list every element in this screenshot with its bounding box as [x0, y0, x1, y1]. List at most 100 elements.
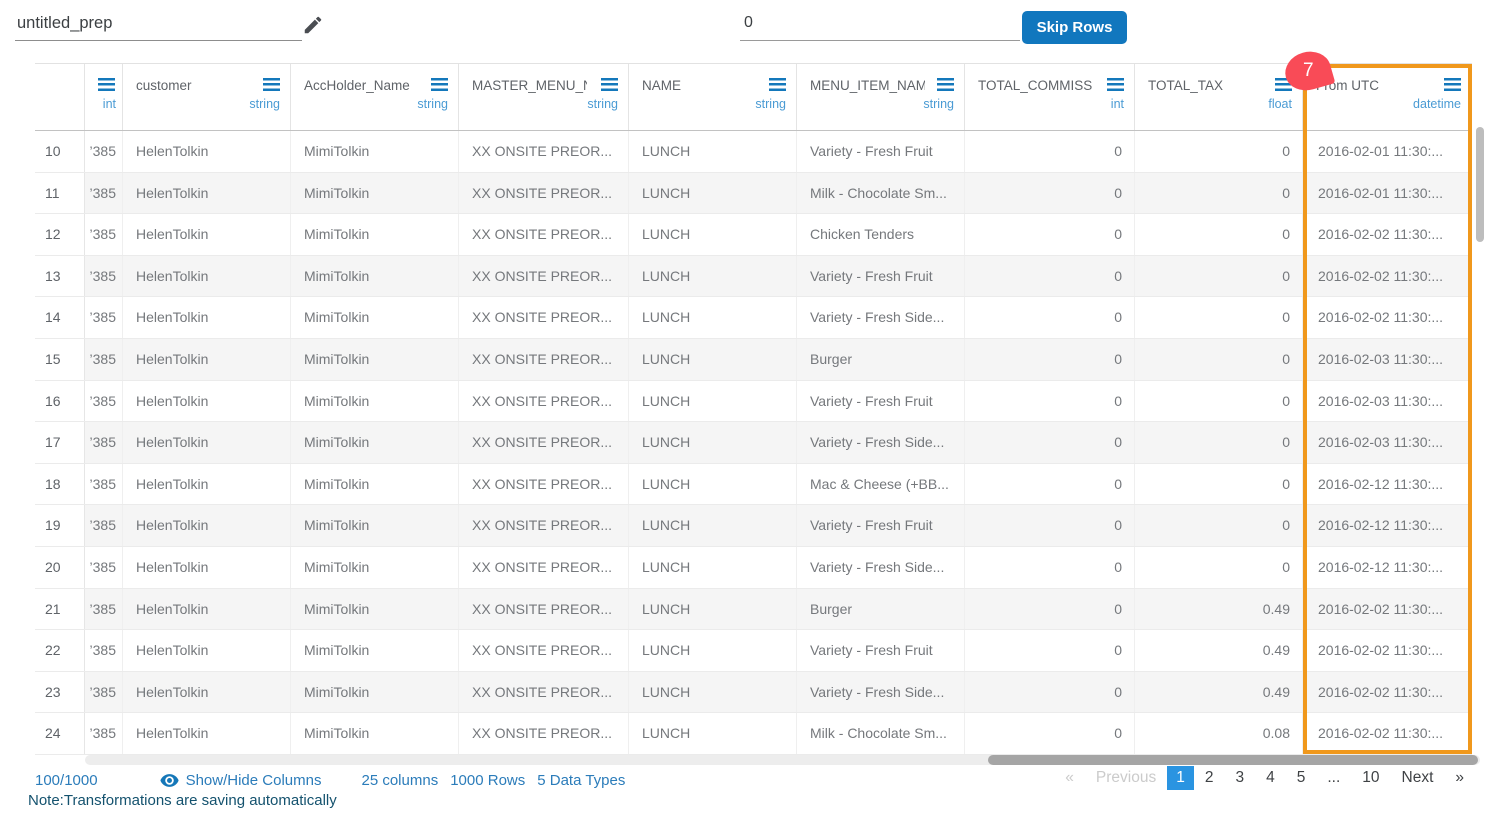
column-name: MENU_ITEM_NAME — [810, 78, 925, 93]
column-header-accholder-name[interactable]: AccHolder_Namestring — [291, 64, 459, 130]
table-row: 22’385HelenTolkinMimiTolkinXX ONSITE PRE… — [35, 630, 1472, 672]
cell-num: 17 — [35, 422, 85, 463]
cell-int_val: ’385 — [85, 131, 123, 172]
cell-acc_holder: MimiTolkin — [291, 672, 459, 713]
skip-rows-button[interactable]: Skip Rows — [1022, 11, 1127, 44]
column-header-menu-item-name[interactable]: MENU_ITEM_NAMEstring — [797, 64, 965, 130]
cell-customer: HelenTolkin — [123, 339, 291, 380]
pagination-page-1[interactable]: 1 — [1167, 766, 1194, 790]
cell-tax: 0 — [1135, 464, 1303, 505]
cell-menu_item: Variety - Fresh Side... — [797, 422, 965, 463]
pagination-page-10[interactable]: 10 — [1351, 766, 1390, 790]
hamburger-menu-icon[interactable] — [937, 78, 954, 91]
cell-acc_holder: MimiTolkin — [291, 422, 459, 463]
cell-acc_holder: MimiTolkin — [291, 713, 459, 754]
cell-tax: 0 — [1135, 173, 1303, 214]
cell-master_menu: XX ONSITE PREOR... — [459, 589, 629, 630]
cell-from_utc: 2016-02-12 11:30:... — [1303, 547, 1472, 588]
cell-master_menu: XX ONSITE PREOR... — [459, 630, 629, 671]
cell-commission: 0 — [965, 672, 1135, 713]
cell-int_val: ’385 — [85, 547, 123, 588]
hamburger-menu-icon[interactable] — [1444, 78, 1461, 91]
cell-from_utc: 2016-02-02 11:30:... — [1303, 214, 1472, 255]
cell-customer: HelenTolkin — [123, 589, 291, 630]
edit-pencil-icon[interactable] — [302, 14, 324, 36]
column-type: string — [587, 97, 618, 111]
cell-num: 12 — [35, 214, 85, 255]
table-row: 16’385HelenTolkinMimiTolkinXX ONSITE PRE… — [35, 381, 1472, 423]
column-type: int — [103, 97, 116, 111]
horizontal-scrollbar-thumb[interactable] — [988, 755, 1478, 765]
cell-tax: 0.49 — [1135, 589, 1303, 630]
column-header-name[interactable]: NAMEstring — [629, 64, 797, 130]
cell-tax: 0 — [1135, 131, 1303, 172]
pagination-prev-button[interactable]: Previous — [1085, 766, 1167, 790]
column-header-master-menu-n[interactable]: MASTER_MENU_N...string — [459, 64, 629, 130]
hamburger-menu-icon[interactable] — [98, 78, 115, 91]
column-header-total-tax[interactable]: TOTAL_TAXfloat — [1135, 64, 1303, 130]
cell-from_utc: 2016-02-02 11:30:... — [1303, 672, 1472, 713]
hamburger-menu-icon[interactable] — [263, 78, 280, 91]
cell-master_menu: XX ONSITE PREOR... — [459, 381, 629, 422]
vertical-scrollbar[interactable] — [1476, 70, 1484, 710]
vertical-scrollbar-thumb[interactable] — [1476, 127, 1484, 242]
hamburger-menu-icon[interactable] — [769, 78, 786, 91]
column-name: TOTAL_COMMISSI... — [978, 78, 1093, 93]
cell-customer: HelenTolkin — [123, 214, 291, 255]
cell-tax: 0 — [1135, 339, 1303, 380]
cell-commission: 0 — [965, 173, 1135, 214]
cell-name: LUNCH — [629, 173, 797, 214]
cell-master_menu: XX ONSITE PREOR... — [459, 297, 629, 338]
cell-master_menu: XX ONSITE PREOR... — [459, 505, 629, 546]
row-progress: 100/1000 — [35, 772, 98, 789]
prep-name-input[interactable] — [15, 6, 302, 41]
skip-rows-input[interactable] — [740, 6, 1020, 41]
cell-customer: HelenTolkin — [123, 381, 291, 422]
horizontal-scrollbar[interactable] — [85, 755, 1480, 765]
hamburger-menu-icon[interactable] — [431, 78, 448, 91]
pagination: « Previous 12345...10 Next » — [1054, 766, 1475, 790]
table-row: 12’385HelenTolkinMimiTolkinXX ONSITE PRE… — [35, 214, 1472, 256]
table-row: 21’385HelenTolkinMimiTolkinXX ONSITE PRE… — [35, 589, 1472, 631]
cell-num: 21 — [35, 589, 85, 630]
cell-num: 14 — [35, 297, 85, 338]
cell-customer: HelenTolkin — [123, 630, 291, 671]
pagination-ellipsis: ... — [1316, 766, 1351, 790]
cell-acc_holder: MimiTolkin — [291, 297, 459, 338]
column-header-customer[interactable]: customerstring — [123, 64, 291, 130]
table-row: 17’385HelenTolkinMimiTolkinXX ONSITE PRE… — [35, 422, 1472, 464]
pagination-page-2[interactable]: 2 — [1194, 766, 1225, 790]
cell-from_utc: 2016-02-02 11:30:... — [1303, 630, 1472, 671]
cell-from_utc: 2016-02-02 11:30:... — [1303, 713, 1472, 754]
column-type: int — [1111, 97, 1124, 111]
cell-int_val: ’385 — [85, 173, 123, 214]
hamburger-menu-icon[interactable] — [1107, 78, 1124, 91]
pagination-prev-arrow[interactable]: « — [1054, 766, 1085, 790]
pagination-page-5[interactable]: 5 — [1286, 766, 1317, 790]
cell-acc_holder: MimiTolkin — [291, 547, 459, 588]
cell-commission: 0 — [965, 214, 1135, 255]
hamburger-menu-icon[interactable] — [601, 78, 618, 91]
column-header-total-commissi[interactable]: TOTAL_COMMISSI...int — [965, 64, 1135, 130]
column-header-int[interactable]: int — [85, 64, 123, 130]
pagination-page-4[interactable]: 4 — [1255, 766, 1286, 790]
cell-from_utc: 2016-02-02 11:30:... — [1303, 256, 1472, 297]
cell-num: 11 — [35, 173, 85, 214]
table-row: 18’385HelenTolkinMimiTolkinXX ONSITE PRE… — [35, 464, 1472, 506]
cell-customer: HelenTolkin — [123, 713, 291, 754]
pagination-next-button[interactable]: Next — [1391, 766, 1445, 790]
cell-from_utc: 2016-02-03 11:30:... — [1303, 422, 1472, 463]
pagination-next-arrow[interactable]: » — [1444, 766, 1475, 790]
cell-customer: HelenTolkin — [123, 547, 291, 588]
cell-menu_item: Variety - Fresh Fruit — [797, 381, 965, 422]
cell-master_menu: XX ONSITE PREOR... — [459, 131, 629, 172]
cell-num: 10 — [35, 131, 85, 172]
cell-menu_item: Variety - Fresh Fruit — [797, 131, 965, 172]
cell-from_utc: 2016-02-01 11:30:... — [1303, 131, 1472, 172]
pagination-page-3[interactable]: 3 — [1224, 766, 1255, 790]
show-hide-columns-button[interactable]: Show/Hide Columns — [160, 771, 322, 790]
table-row: 14’385HelenTolkinMimiTolkinXX ONSITE PRE… — [35, 297, 1472, 339]
cell-acc_holder: MimiTolkin — [291, 256, 459, 297]
cell-commission: 0 — [965, 131, 1135, 172]
cell-menu_item: Variety - Fresh Side... — [797, 297, 965, 338]
